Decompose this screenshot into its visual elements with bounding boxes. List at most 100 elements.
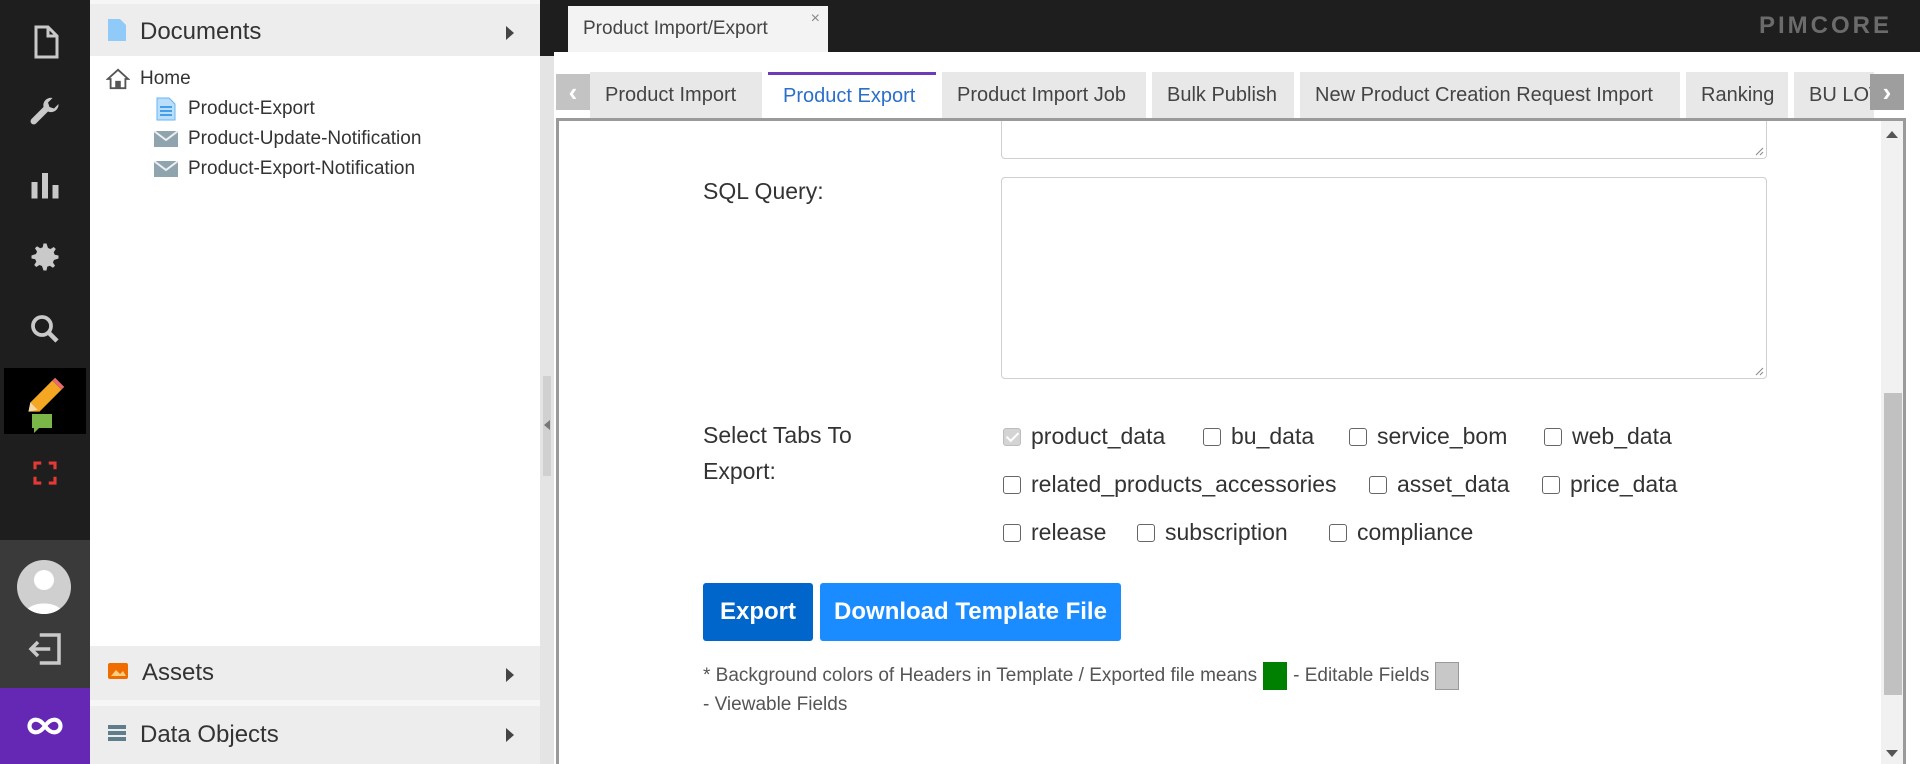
scroll-down-icon[interactable] [1886,750,1898,757]
sql-query-textarea[interactable] [1001,177,1767,379]
chevron-left-icon: ‹ [568,76,578,107]
scrollbar-thumb[interactable] [1884,393,1902,695]
tree-node-label: Home [140,68,191,89]
checkbox-bu-data[interactable]: bu_data [1203,423,1314,450]
data-objects-accordion-header[interactable]: Data Objects [90,706,540,764]
checkbox-web-data[interactable]: web_data [1544,423,1672,450]
sub-tab-strip: ‹ Product Import Product Export Product … [554,52,1920,118]
checkbox-box[interactable] [1544,427,1562,446]
checkbox-box[interactable] [1369,475,1387,494]
chevron-right-icon [506,668,514,682]
checkbox-label: service_bom [1377,423,1508,449]
tree-node-home[interactable]: Home [106,68,191,90]
bar-chart-icon[interactable] [20,160,70,210]
note-text: - Editable Fields [1293,665,1430,686]
checkbox-box[interactable] [1329,523,1347,542]
assets-accordion-header[interactable]: Assets [90,646,540,700]
previous-field-textarea[interactable] [1001,121,1767,159]
checkbox-box[interactable] [1203,427,1221,446]
panel-splitter[interactable] [540,56,554,764]
checkbox-label: price_data [1570,471,1678,497]
checkbox-product-data[interactable]: product_data [1003,423,1165,450]
tab-label: Bulk Publish [1167,83,1278,106]
tree-node-product-export-notification[interactable]: Product-Export-Notification [154,158,415,180]
tab-product-import-export[interactable]: Product Import/Export × [568,6,828,52]
tab-bulk-publish[interactable]: Bulk Publish [1152,72,1294,118]
checkbox-box[interactable] [1542,475,1560,494]
checkbox-compliance[interactable]: compliance [1329,519,1473,546]
sql-query-label: SQL Query: [703,178,824,204]
checkbox-label: compliance [1357,519,1474,545]
scroll-up-icon[interactable] [1886,131,1898,138]
pimcore-logo: PIMCORE [1758,12,1892,39]
select-tabs-label: Select Tabs To Export: [703,422,852,484]
wrench-icon[interactable] [20,88,70,138]
checkbox-box[interactable] [1349,427,1367,446]
collapse-handle[interactable] [543,376,551,476]
checkbox-asset-data[interactable]: asset_data [1369,471,1510,498]
close-icon[interactable]: × [811,10,820,28]
page-icon [154,97,178,121]
user-avatar-icon[interactable] [17,560,71,614]
checkbox-release[interactable]: release [1003,519,1106,546]
document-icon[interactable] [20,17,70,67]
download-template-button[interactable]: Download Template File [820,583,1121,641]
gear-icon[interactable] [20,232,70,282]
checkbox-label: product_data [1031,423,1166,449]
checkbox-label: release [1031,519,1107,545]
documents-label: Documents [140,18,262,45]
chevron-right-icon [506,728,514,742]
pimcore-brand-icon[interactable] [0,688,90,764]
email-icon [154,158,178,180]
checkbox-box[interactable] [1003,523,1021,542]
chevron-right-icon [506,26,514,40]
document-tree-panel: Documents Home Product-Export Product-Up… [90,0,540,764]
assets-label: Assets [142,659,215,686]
tab-label: Product Export [783,85,916,107]
tab-bu-lov[interactable]: BU LOV [1794,72,1874,118]
tab-label: Product Import/Export [583,18,768,39]
tree-node-label: Product-Update-Notification [188,128,422,149]
chat-icon [26,408,58,440]
viewable-color-swatch [1435,661,1460,690]
vertical-scrollbar[interactable] [1881,121,1903,764]
checkbox-related-products-accessories[interactable]: related_products_accessories [1003,471,1337,498]
tree-node-label: Product-Export-Notification [188,158,416,179]
checkbox-box[interactable] [1137,523,1155,542]
tab-product-export[interactable]: Product Export [768,72,936,118]
checkbox-label: bu_data [1231,423,1315,449]
tab-product-import-job[interactable]: Product Import Job [942,72,1146,118]
tab-label: BU LOV [1809,83,1874,106]
tab-new-product-creation-request-import[interactable]: New Product Creation Request Import [1300,72,1680,118]
export-button[interactable]: Export [703,583,813,641]
sync-icon[interactable] [20,448,70,498]
tree-node-product-export[interactable]: Product-Export [154,97,315,121]
export-form-panel: SQL Query: Select Tabs To Export: produc… [556,118,1906,764]
checkbox-subscription[interactable]: subscription [1137,519,1288,546]
tab-label: Product Import Job [957,83,1126,106]
note-text: * Background colors of Headers in Templa… [703,665,1258,686]
checkbox-service-bom[interactable]: service_bom [1349,423,1507,450]
scroll-right-button[interactable]: › [1870,74,1904,110]
tab-ranking[interactable]: Ranking [1686,72,1788,118]
resize-grip-icon [1755,147,1764,156]
editable-color-swatch [1263,661,1288,690]
main-nav-rail [0,0,90,764]
tree-body: Home Product-Export Product-Update-Notif… [90,56,540,646]
assets-icon [108,662,128,684]
checkbox-box[interactable] [1003,427,1021,446]
documents-icon [108,18,126,46]
tree-node-label: Product-Export [188,98,315,119]
tree-node-product-update-notification[interactable]: Product-Update-Notification [154,128,421,150]
search-icon[interactable] [20,304,70,354]
tab-product-import[interactable]: Product Import [590,72,762,118]
documents-accordion-header[interactable]: Documents [90,4,540,60]
tab-label: Product Import [605,83,737,106]
logout-icon[interactable] [24,628,66,670]
user-section [0,540,90,688]
tab-label: Ranking [1701,83,1775,106]
home-icon [106,68,130,90]
scroll-left-button[interactable]: ‹ [556,74,590,110]
checkbox-box[interactable] [1003,475,1021,494]
checkbox-price-data[interactable]: price_data [1542,471,1677,498]
